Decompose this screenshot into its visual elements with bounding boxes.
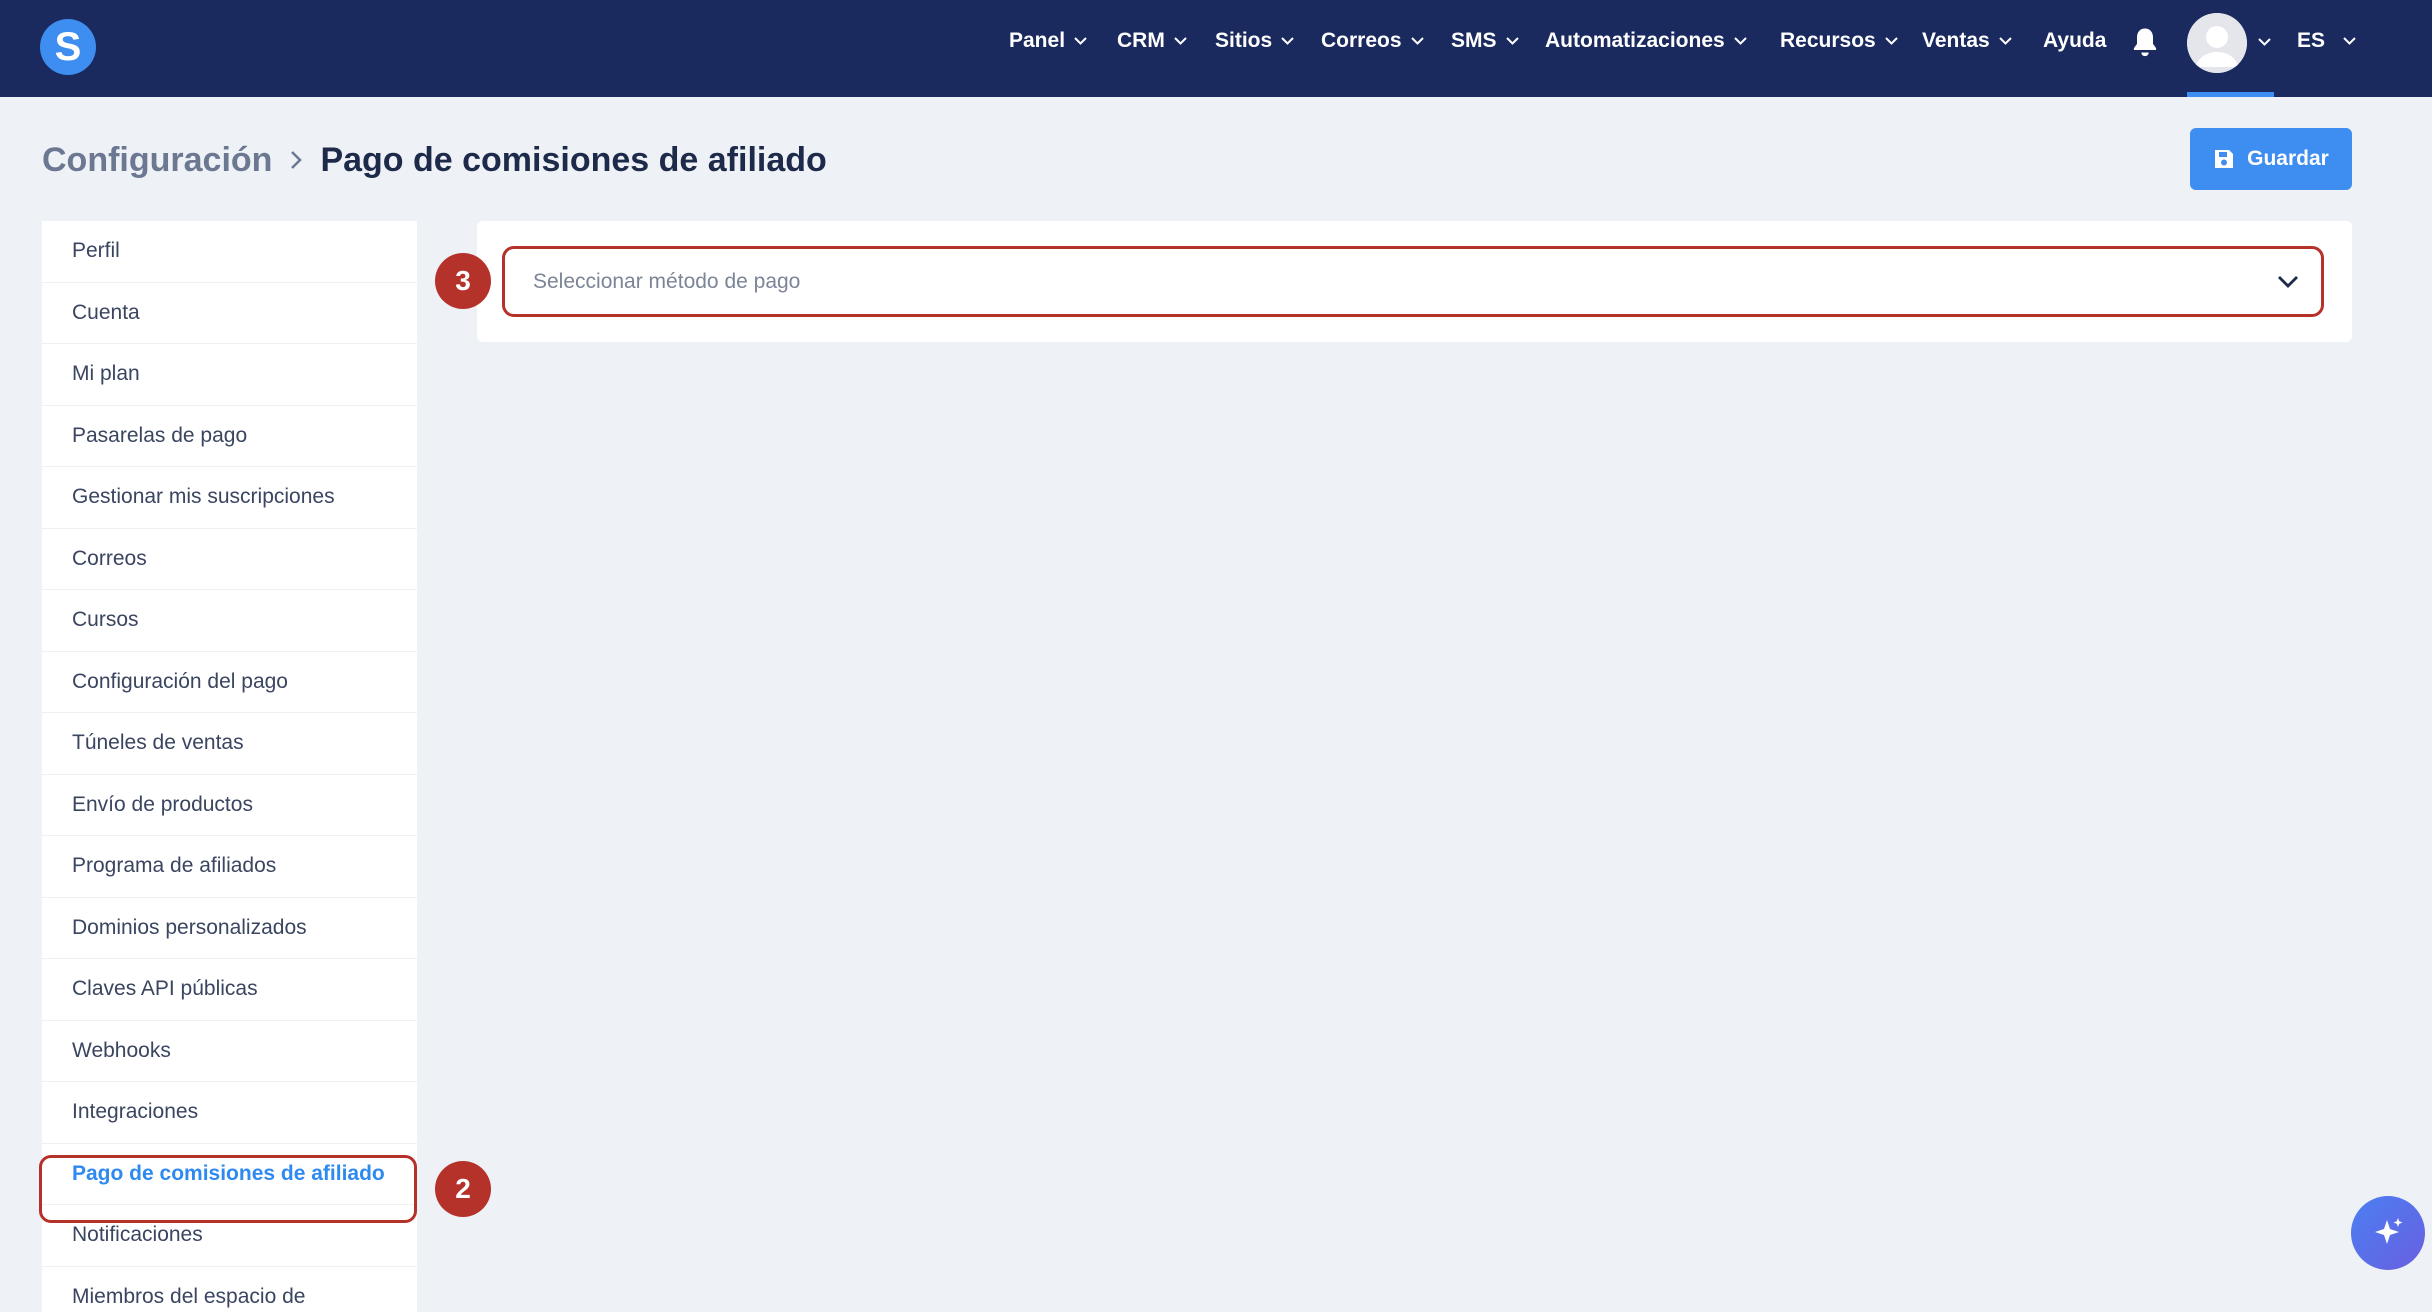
save-button[interactable]: Guardar bbox=[2190, 128, 2352, 190]
sidebar-item-configuracion-pago[interactable]: Configuración del pago bbox=[42, 652, 417, 713]
nav-item-correos[interactable]: Correos bbox=[1321, 29, 1424, 53]
step-2-highlight bbox=[39, 1155, 417, 1223]
chevron-down-icon bbox=[1505, 37, 1519, 45]
sidebar-item-cuenta[interactable]: Cuenta bbox=[42, 283, 417, 344]
sidebar-item-tuneles-de-ventas[interactable]: Túneles de ventas bbox=[42, 713, 417, 775]
chevron-down-icon bbox=[2278, 275, 2298, 288]
language-selector[interactable]: ES bbox=[2297, 29, 2356, 53]
chevron-down-icon bbox=[1999, 37, 2012, 45]
top-navigation-bar: S Panel CRM Sitios Correos SMS Automatiz… bbox=[0, 0, 2432, 97]
step-2-marker: 2 bbox=[435, 1161, 491, 1217]
sidebar-item-miembros-espacio[interactable]: Miembros del espacio de bbox=[42, 1267, 417, 1312]
chevron-down-icon[interactable] bbox=[2258, 38, 2271, 46]
sidebar-item-perfil[interactable]: Perfil bbox=[42, 221, 417, 283]
payment-method-select[interactable]: Seleccionar método de pago bbox=[502, 246, 2324, 317]
sidebar-item-webhooks[interactable]: Webhooks bbox=[42, 1021, 417, 1082]
sidebar-item-dominios-personalizados[interactable]: Dominios personalizados bbox=[42, 898, 417, 959]
nav-item-panel[interactable]: Panel bbox=[1009, 29, 1087, 53]
sidebar-item-integraciones[interactable]: Integraciones bbox=[42, 1082, 417, 1144]
nav-item-sms[interactable]: SMS bbox=[1451, 29, 1519, 53]
nav-item-recursos[interactable]: Recursos bbox=[1780, 29, 1898, 53]
nav-item-crm[interactable]: CRM bbox=[1117, 29, 1187, 53]
chevron-down-icon bbox=[1885, 37, 1898, 45]
sidebar-item-gestionar-suscripciones[interactable]: Gestionar mis suscripciones bbox=[42, 467, 417, 529]
chevron-down-icon bbox=[1733, 37, 1747, 45]
step-3-marker: 3 bbox=[435, 253, 491, 309]
chevron-down-icon bbox=[1281, 37, 1294, 45]
breadcrumb-root-link[interactable]: Configuración bbox=[42, 141, 272, 180]
sidebar-item-claves-api[interactable]: Claves API públicas bbox=[42, 959, 417, 1021]
chevron-down-icon bbox=[1410, 37, 1424, 45]
active-nav-indicator bbox=[2187, 92, 2274, 97]
nav-item-ventas[interactable]: Ventas bbox=[1922, 29, 2012, 53]
sidebar-item-pasarelas-de-pago[interactable]: Pasarelas de pago bbox=[42, 406, 417, 467]
chevron-right-icon bbox=[290, 150, 303, 170]
sidebar-item-correos[interactable]: Correos bbox=[42, 529, 417, 590]
user-avatar-icon[interactable] bbox=[2187, 13, 2247, 73]
floppy-disk-icon bbox=[2215, 150, 2234, 168]
sparkle-icon bbox=[2375, 1218, 2403, 1244]
chevron-down-icon bbox=[1074, 37, 1087, 45]
bell-icon[interactable] bbox=[2130, 26, 2160, 58]
nav-item-automatizaciones[interactable]: Automatizaciones bbox=[1545, 29, 1747, 53]
ai-assistant-button[interactable] bbox=[2351, 1196, 2425, 1270]
nav-item-sitios[interactable]: Sitios bbox=[1215, 29, 1294, 53]
nav-item-ayuda[interactable]: Ayuda bbox=[2043, 29, 2106, 53]
sidebar-item-mi-plan[interactable]: Mi plan bbox=[42, 344, 417, 406]
sidebar-item-cursos[interactable]: Cursos bbox=[42, 590, 417, 652]
settings-sidebar: Perfil Cuenta Mi plan Pasarelas de pago … bbox=[42, 221, 417, 1312]
chevron-down-icon bbox=[1174, 37, 1187, 45]
chevron-down-icon bbox=[2343, 37, 2356, 45]
sidebar-item-programa-de-afiliados[interactable]: Programa de afiliados bbox=[42, 836, 417, 898]
app-logo[interactable]: S bbox=[40, 19, 96, 75]
payment-method-placeholder: Seleccionar método de pago bbox=[533, 269, 801, 293]
page-title: Pago de comisiones de afiliado bbox=[320, 140, 827, 179]
sidebar-item-envio-de-productos[interactable]: Envío de productos bbox=[42, 775, 417, 836]
breadcrumb: Configuración Pago de comisiones de afil… bbox=[42, 138, 827, 182]
